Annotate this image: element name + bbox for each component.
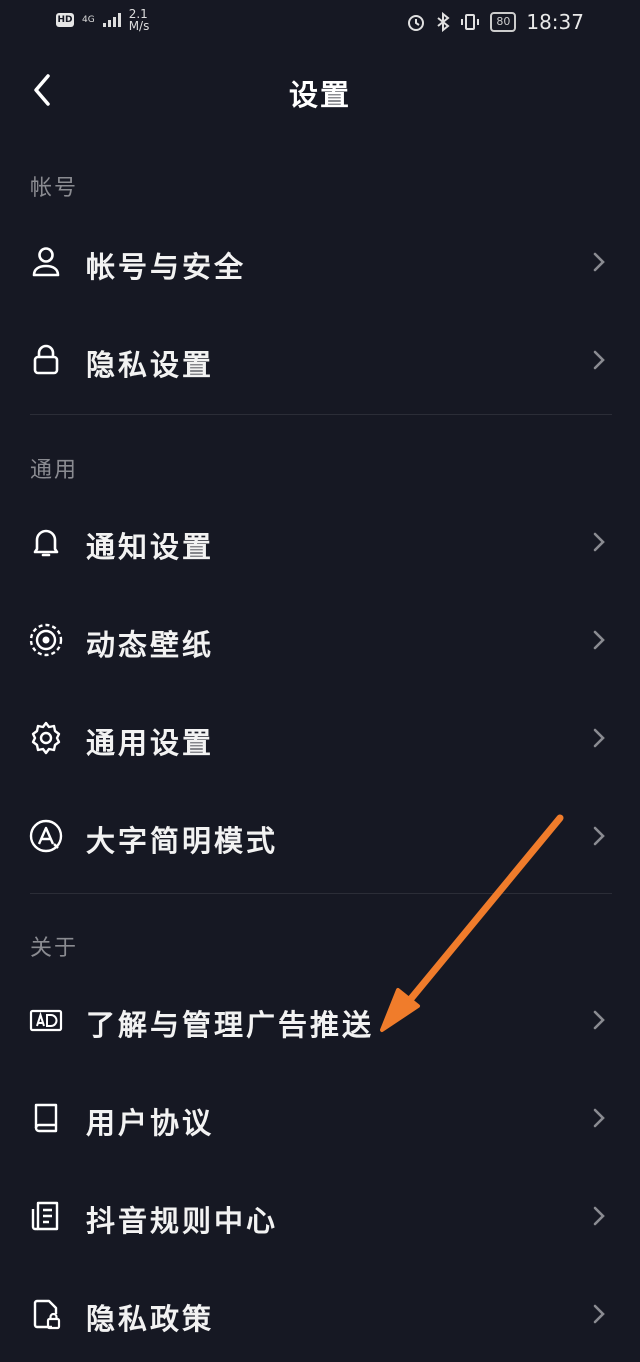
menu-item-label: 了解与管理广告推送 <box>86 1008 375 1042</box>
section-label-about: 关于 <box>30 936 79 961</box>
chevron-right-icon <box>593 1304 605 1324</box>
menu-item-label: 动态壁纸 <box>86 628 215 662</box>
menu-item-notification-settings[interactable]: 通知设置 <box>0 494 640 590</box>
menu-item-account-security[interactable]: 帐号与安全 <box>0 214 640 310</box>
menu-item-live-wallpaper[interactable]: 动态壁纸 <box>0 592 640 688</box>
clock: 18:37 <box>526 10 584 34</box>
menu-item-general-settings[interactable]: 通用设置 <box>0 690 640 786</box>
live-wallpaper-icon <box>29 623 63 657</box>
menu-item-label: 抖音规则中心 <box>86 1204 279 1238</box>
section-label-account: 帐号 <box>30 176 79 201</box>
alarm-icon <box>408 15 425 31</box>
menu-item-privacy-policy[interactable]: 隐私政策 <box>0 1266 640 1362</box>
bluetooth-icon <box>437 12 450 32</box>
gear-icon <box>31 721 61 755</box>
chevron-right-icon <box>593 1108 605 1128</box>
document-list-icon <box>31 1201 59 1231</box>
ad-icon <box>29 1009 63 1032</box>
section-divider <box>30 893 612 894</box>
menu-item-label: 隐私政策 <box>86 1302 215 1336</box>
menu-item-label: 大字简明模式 <box>86 824 279 858</box>
hd-badge: HD <box>56 13 74 27</box>
chevron-right-icon <box>593 630 605 650</box>
signal-icon <box>102 13 121 27</box>
vibrate-icon <box>461 14 480 30</box>
menu-item-privacy-settings[interactable]: 隐私设置 <box>0 312 640 408</box>
page-title: 设置 <box>288 78 351 112</box>
network-speed: 2.1 M/s <box>128 7 150 33</box>
menu-item-label: 通用设置 <box>86 726 215 760</box>
chevron-right-icon <box>593 350 605 370</box>
menu-item-label: 用户协议 <box>86 1106 215 1140</box>
chevron-right-icon <box>593 1010 605 1030</box>
top-nav: 设置 <box>0 60 640 120</box>
section-divider <box>30 414 612 415</box>
book-icon <box>34 1103 58 1133</box>
menu-item-label: 通知设置 <box>86 530 215 564</box>
user-icon <box>32 247 60 277</box>
menu-item-rules-center[interactable]: 抖音规则中心 <box>0 1168 640 1264</box>
section-label-general: 通用 <box>30 458 79 483</box>
large-font-icon <box>29 819 63 853</box>
menu-item-label: 隐私设置 <box>86 348 215 382</box>
bell-icon <box>33 529 59 557</box>
menu-item-large-font-mode[interactable]: 大字简明模式 <box>0 788 640 884</box>
chevron-right-icon <box>593 1206 605 1226</box>
lock-icon <box>33 344 59 375</box>
menu-item-label: 帐号与安全 <box>86 250 247 284</box>
privacy-policy-icon <box>33 1299 61 1330</box>
chevron-right-icon <box>593 728 605 748</box>
chevron-right-icon <box>593 826 605 846</box>
battery-indicator: 80 <box>490 12 517 32</box>
chevron-right-icon <box>593 252 605 272</box>
status-bar: HD 4G 2.1 M/s 80 18:37 <box>0 0 640 44</box>
menu-item-user-agreement[interactable]: 用户协议 <box>0 1070 640 1166</box>
chevron-right-icon <box>593 532 605 552</box>
menu-item-ad-management[interactable]: 了解与管理广告推送 <box>0 972 640 1068</box>
network-type: 4G <box>82 15 95 25</box>
